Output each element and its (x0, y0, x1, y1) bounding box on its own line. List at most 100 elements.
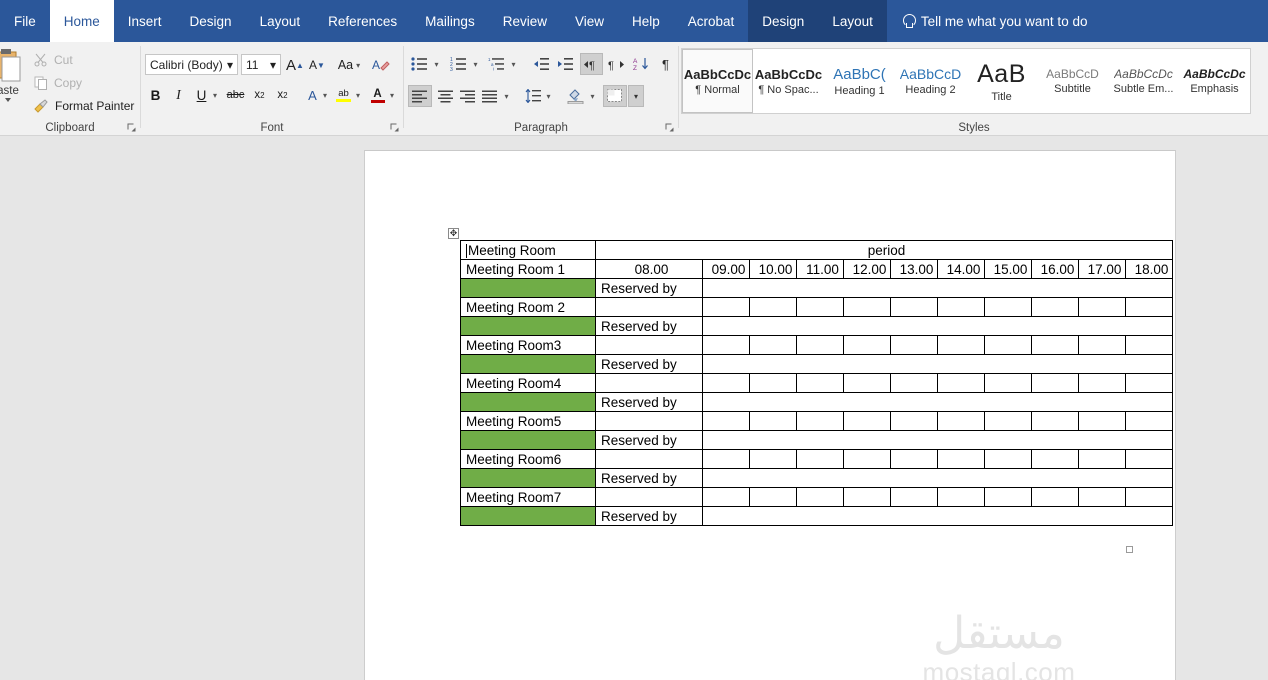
cell-period-header[interactable]: period (595, 240, 1173, 260)
cell-time-slot[interactable] (984, 411, 1032, 431)
multilevel-chevron-icon[interactable]: ▾ (508, 53, 519, 75)
copy-button[interactable]: Copy (34, 73, 82, 93)
tab-review[interactable]: Review (489, 0, 561, 42)
cell-time-slot[interactable] (702, 373, 750, 393)
cell-time-slot[interactable]: 16.00 (1031, 259, 1079, 279)
bullets-chevron-icon[interactable]: ▾ (431, 53, 442, 75)
numbering-chevron-icon[interactable]: ▾ (470, 53, 481, 75)
clipboard-dialog-launcher[interactable] (127, 123, 136, 132)
cell-time-slot[interactable] (890, 373, 938, 393)
cell-time-slot[interactable] (796, 449, 844, 469)
cell-meeting-room-header[interactable]: Meeting Room (460, 240, 596, 260)
tab-references[interactable]: References (314, 0, 411, 42)
reserved-color-swatch[interactable] (460, 278, 596, 298)
cell-time-slot[interactable] (843, 411, 891, 431)
font-size-input[interactable]: 11 ▾ (241, 54, 281, 75)
cell-time-slot[interactable] (843, 297, 891, 317)
tab-insert[interactable]: Insert (114, 0, 176, 42)
shrink-font-button[interactable]: A ▼ (307, 54, 327, 76)
document-page[interactable]: ✥ Meeting Room period Meeting Room 1 08.… (364, 150, 1176, 680)
cell-time-slot[interactable] (984, 449, 1032, 469)
align-center-button[interactable] (434, 85, 458, 107)
align-left-button[interactable] (408, 85, 432, 107)
cell-reserved-value[interactable] (702, 392, 1173, 412)
cell-time-slot[interactable] (937, 335, 985, 355)
multilevel-list-button[interactable]: 1 a i (485, 53, 507, 75)
cell-time-slot[interactable] (1078, 411, 1126, 431)
cell-time-slot[interactable] (796, 411, 844, 431)
cell-room-name[interactable]: Meeting Room 1 (460, 259, 596, 279)
cell-time-slot[interactable]: 09.00 (702, 259, 750, 279)
style-heading-1[interactable]: AaBbC( Heading 1 (824, 49, 895, 113)
cell-time-slot[interactable] (890, 411, 938, 431)
rtl-text-direction-button[interactable]: ¶ (605, 53, 628, 75)
cell-time-slot[interactable] (1031, 335, 1079, 355)
cell-time-slot[interactable] (796, 335, 844, 355)
meeting-room-schedule-table[interactable]: Meeting Room period Meeting Room 1 08.00… (460, 240, 1173, 526)
style-emphasis[interactable]: AaBbCcDc Emphasis (1179, 49, 1250, 113)
cell-time-slot[interactable] (749, 411, 797, 431)
justify-button[interactable] (478, 85, 502, 107)
cell-time-slot[interactable] (702, 411, 750, 431)
font-size-chevron-icon[interactable]: ▾ (270, 58, 276, 72)
cell-time-slot[interactable] (749, 373, 797, 393)
cell-time-slot[interactable] (984, 335, 1032, 355)
cell-time-slot[interactable] (796, 373, 844, 393)
cell-time-slot[interactable] (749, 449, 797, 469)
cell-room-name[interactable]: Meeting Room7 (460, 487, 596, 507)
ltr-text-direction-button[interactable]: ¶ (580, 53, 603, 75)
style-title[interactable]: AaB Title (966, 49, 1037, 113)
cell-time-slot[interactable] (1125, 449, 1173, 469)
font-color-button[interactable]: A (367, 84, 388, 106)
tab-acrobat[interactable]: Acrobat (674, 0, 749, 42)
style-heading-2[interactable]: AaBbCcD Heading 2 (895, 49, 966, 113)
cell-time-slot[interactable] (890, 487, 938, 507)
italic-button[interactable]: I (168, 84, 189, 106)
tab-file[interactable]: File (0, 0, 50, 42)
paste-button[interactable]: aste (0, 48, 32, 120)
cell-time-slot[interactable] (1031, 373, 1079, 393)
cell-time-slot[interactable] (843, 373, 891, 393)
grow-font-button[interactable]: A ▲ (285, 54, 305, 76)
cell-time-slot[interactable] (1078, 449, 1126, 469)
bold-button[interactable]: B (145, 84, 166, 106)
reserved-color-swatch[interactable] (460, 506, 596, 526)
style-normal[interactable]: AaBbCcDc ¶ Normal (682, 49, 753, 113)
cell-time-slot[interactable] (1078, 297, 1126, 317)
cell-reserved-label[interactable]: Reserved by (595, 468, 703, 488)
clear-formatting-button[interactable]: A (369, 54, 393, 76)
cell-room-name[interactable]: Meeting Room3 (460, 335, 596, 355)
borders-button[interactable] (603, 85, 627, 107)
line-spacing-button[interactable] (522, 85, 544, 107)
cell-time-slot[interactable] (595, 373, 703, 393)
strikethrough-button[interactable]: abc (225, 84, 246, 106)
show-marks-button[interactable]: ¶ (656, 53, 675, 75)
decrease-indent-button[interactable] (530, 53, 552, 75)
cell-time-slot[interactable] (937, 297, 985, 317)
highlight-button[interactable]: ab (333, 84, 354, 106)
cell-reserved-value[interactable] (702, 278, 1173, 298)
cell-time-slot[interactable] (595, 297, 703, 317)
cell-time-slot[interactable]: 17.00 (1078, 259, 1126, 279)
cell-time-slot[interactable] (937, 449, 985, 469)
justify-chevron-icon[interactable]: ▾ (501, 85, 512, 107)
cell-time-slot[interactable] (749, 487, 797, 507)
cell-time-slot[interactable] (1078, 335, 1126, 355)
style-subtle-emphasis[interactable]: AaBbCcDc Subtle Em... (1108, 49, 1179, 113)
line-spacing-chevron-icon[interactable]: ▾ (543, 85, 554, 107)
cell-reserved-label[interactable]: Reserved by (595, 392, 703, 412)
cell-time-slot[interactable] (937, 411, 985, 431)
cell-time-slot[interactable] (1125, 373, 1173, 393)
cell-time-slot[interactable] (843, 487, 891, 507)
cell-time-slot[interactable]: 08.00 (595, 259, 703, 279)
reserved-color-swatch[interactable] (460, 430, 596, 450)
cell-time-slot[interactable] (890, 297, 938, 317)
tab-design[interactable]: Design (176, 0, 246, 42)
numbering-button[interactable]: 1 2 3 (447, 53, 469, 75)
tab-view[interactable]: View (561, 0, 618, 42)
highlight-chevron-icon[interactable]: ▾ (352, 84, 364, 106)
align-right-button[interactable] (456, 85, 480, 107)
cell-time-slot[interactable] (1031, 297, 1079, 317)
reserved-color-swatch[interactable] (460, 392, 596, 412)
cell-reserved-value[interactable] (702, 468, 1173, 488)
